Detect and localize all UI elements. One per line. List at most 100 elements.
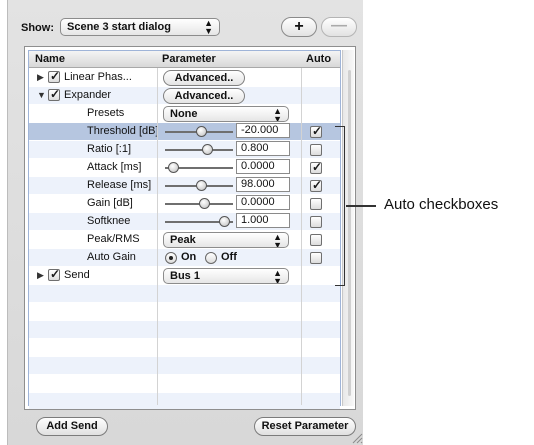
auto-gain-off-radio[interactable] <box>205 252 217 264</box>
empty-row <box>29 339 340 356</box>
slider-thumb[interactable] <box>219 216 231 227</box>
auto-gain-auto-checkbox[interactable] <box>310 252 322 264</box>
auto-checkboxes-bracket <box>335 126 345 286</box>
minus-icon: — <box>331 17 347 34</box>
table-row-auto-gain[interactable]: Auto Gain On Off <box>29 249 340 266</box>
row-name: Attack [ms] <box>87 161 142 173</box>
remove-button[interactable]: — <box>321 17 357 37</box>
resize-grip-icon[interactable] <box>351 432 363 444</box>
slider-thumb[interactable] <box>202 144 214 155</box>
checkmark-icon: ✓ <box>50 267 61 281</box>
table-row-release[interactable]: Release [ms] 98.000 ✓ <box>29 177 340 194</box>
row-name: Ratio [:1] <box>87 143 132 155</box>
peak-rms-popup-value: Peak <box>170 234 196 246</box>
column-header-auto[interactable]: Auto <box>306 53 331 65</box>
row-name: Threshold [dB] <box>87 125 159 137</box>
auto-gain-on-radio[interactable] <box>165 252 177 264</box>
send-bus-popup-value: Bus 1 <box>170 270 200 282</box>
softknee-auto-checkbox[interactable] <box>310 216 322 228</box>
presets-popup[interactable]: None ▲ ▼ <box>163 106 289 122</box>
slider-thumb[interactable] <box>167 162 179 173</box>
send-bus-popup[interactable]: Bus 1 ▲ ▼ <box>163 268 289 284</box>
table-row-softknee[interactable]: Softknee 1.000 <box>29 213 340 230</box>
release-value-field[interactable]: 98.000 <box>236 177 290 192</box>
callout-label: Auto checkboxes <box>384 196 499 213</box>
table-row-expander[interactable]: ▼ ✓ Expander Advanced.. <box>29 87 340 104</box>
table-body: Name Parameter Auto ▶ ✓ Linear Phas... A… <box>28 50 341 409</box>
row-name: Linear Phas... <box>64 71 132 83</box>
presets-popup-value: None <box>170 108 198 120</box>
row-name: Auto Gain <box>87 251 136 263</box>
gain-auto-checkbox[interactable] <box>310 198 322 210</box>
table-row-presets[interactable]: Presets None ▲ ▼ <box>29 105 340 122</box>
disclosure-collapsed-icon[interactable]: ▶ <box>37 270 44 281</box>
checkmark-icon: ✓ <box>312 178 323 192</box>
peak-rms-popup[interactable]: Peak ▲ ▼ <box>163 232 289 248</box>
attack-value-field[interactable]: 0.0000 <box>236 159 290 174</box>
send-enable-checkbox[interactable]: ✓ <box>48 267 61 281</box>
expander-enable-checkbox[interactable]: ✓ <box>48 87 61 101</box>
popup-arrows-icon: ▲ ▼ <box>273 232 282 248</box>
disclosure-expanded-icon[interactable]: ▼ <box>37 90 46 100</box>
parameter-table: Name Parameter Auto ▶ ✓ Linear Phas... A… <box>24 46 356 410</box>
row-name: Gain [dB] <box>87 197 133 209</box>
auto-gain-on-label[interactable]: On <box>181 251 196 263</box>
table-row-linear-phase[interactable]: ▶ ✓ Linear Phas... Advanced.. <box>29 69 340 86</box>
table-row-gain[interactable]: Gain [dB] 0.0000 <box>29 195 340 212</box>
radio-selected-icon <box>169 256 173 260</box>
popup-arrows-icon: ▲ ▼ <box>273 268 282 284</box>
table-row-send[interactable]: ▶ ✓ Send Bus 1 ▲ ▼ <box>29 267 340 284</box>
table-row-ratio[interactable]: Ratio [:1] 0.800 <box>29 141 340 158</box>
checkmark-icon: ✓ <box>50 87 61 101</box>
release-auto-checkbox[interactable]: ✓ <box>310 178 323 192</box>
row-name: Expander <box>64 89 112 101</box>
threshold-value-field[interactable]: -20.000 <box>236 123 290 138</box>
disclosure-collapsed-icon[interactable]: ▶ <box>37 72 44 83</box>
column-header-name[interactable]: Name <box>35 53 65 65</box>
checkmark-icon: ✓ <box>50 69 61 83</box>
add-send-button[interactable]: Add Send <box>36 417 108 436</box>
scrollbar-rail[interactable] <box>348 70 351 396</box>
column-divider <box>301 68 302 405</box>
plus-icon: + <box>294 18 304 35</box>
peak-rms-auto-checkbox[interactable] <box>310 234 322 246</box>
table-header: Name Parameter Auto <box>29 51 340 68</box>
empty-row <box>29 357 340 374</box>
add-button[interactable]: + <box>281 17 317 37</box>
parameter-panel: Show: Scene 3 start dialog ▲ ▼ + — Name P… <box>7 0 363 445</box>
popup-arrows-icon: ▲ ▼ <box>204 18 213 36</box>
row-name: Release [ms] <box>87 179 152 191</box>
attack-auto-checkbox[interactable]: ✓ <box>310 160 323 174</box>
linear-phase-enable-checkbox[interactable]: ✓ <box>48 69 61 83</box>
slider-thumb[interactable] <box>196 126 208 137</box>
threshold-auto-checkbox[interactable]: ✓ <box>310 124 323 138</box>
checkmark-icon: ✓ <box>312 160 323 174</box>
ratio-auto-checkbox[interactable] <box>310 144 322 156</box>
empty-row <box>29 285 340 302</box>
reset-parameter-button[interactable]: Reset Parameter <box>254 417 356 436</box>
slider-thumb[interactable] <box>196 180 208 191</box>
ratio-value-field[interactable]: 0.800 <box>236 141 290 156</box>
show-label: Show: <box>21 22 54 34</box>
advanced-button[interactable]: Advanced.. <box>163 70 245 86</box>
gain-value-field[interactable]: 0.0000 <box>236 195 290 210</box>
auto-gain-off-label[interactable]: Off <box>221 251 237 263</box>
show-popup[interactable]: Scene 3 start dialog ▲ ▼ <box>60 18 220 36</box>
row-name: Send <box>64 269 90 281</box>
table-row-peak-rms[interactable]: Peak/RMS Peak ▲ ▼ <box>29 231 340 248</box>
empty-row <box>29 303 340 320</box>
column-header-parameter[interactable]: Parameter <box>162 53 216 65</box>
show-popup-value: Scene 3 start dialog <box>67 21 171 33</box>
row-name: Softknee <box>87 215 131 227</box>
empty-row <box>29 321 340 338</box>
row-name: Presets <box>87 107 125 119</box>
column-divider <box>157 68 158 405</box>
softknee-value-field[interactable]: 1.000 <box>236 213 290 228</box>
advanced-button[interactable]: Advanced.. <box>163 88 245 104</box>
slider-thumb[interactable] <box>199 198 211 209</box>
table-row-threshold[interactable]: Threshold [dB] -20.000 ✓ <box>29 123 340 140</box>
slider-track[interactable] <box>165 149 233 151</box>
callout-line <box>346 205 376 207</box>
checkmark-icon: ✓ <box>312 124 323 138</box>
table-row-attack[interactable]: Attack [ms] 0.0000 ✓ <box>29 159 340 176</box>
